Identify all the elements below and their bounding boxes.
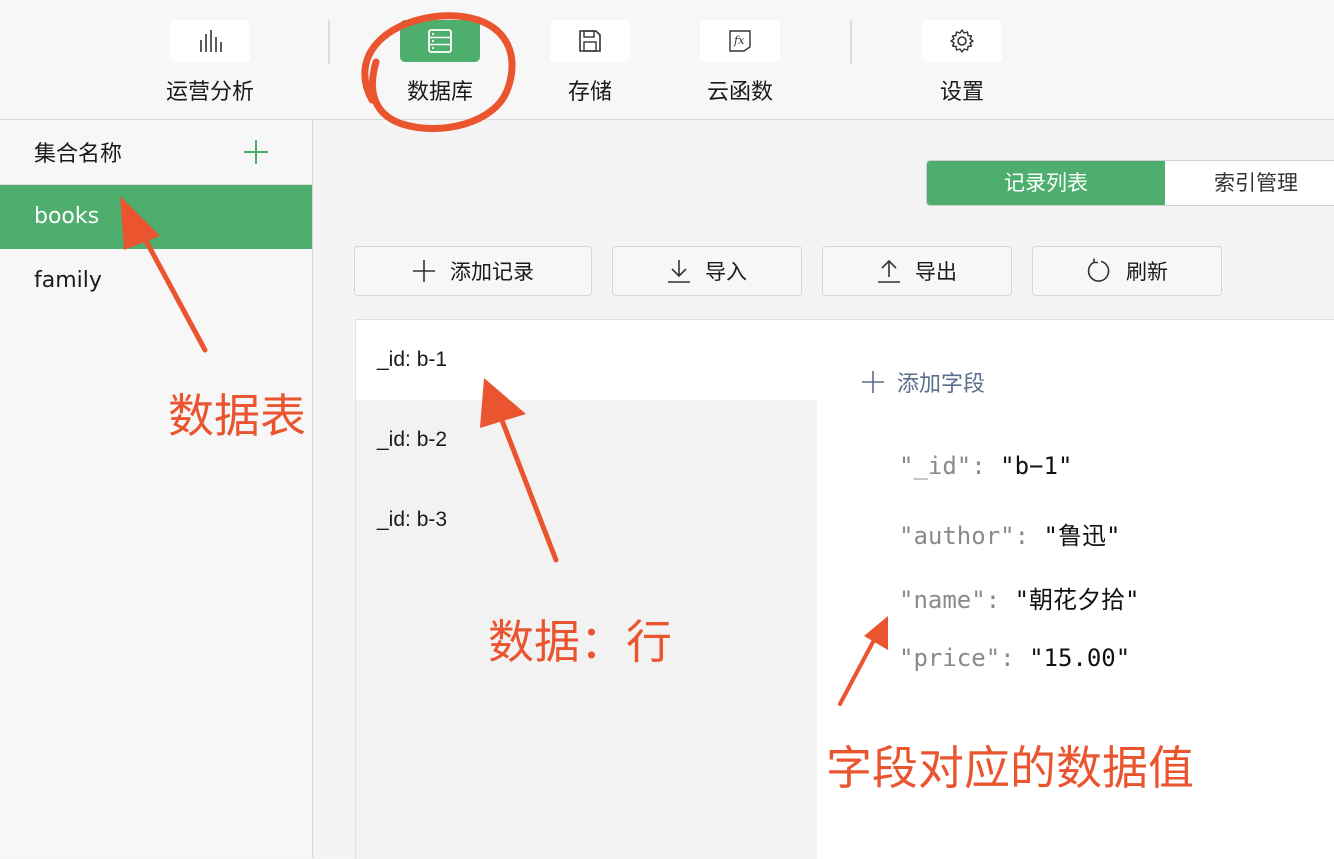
tool-storage-label: 存储 [567,80,612,105]
field-value: "b−1" [1000,452,1073,480]
upload-icon [878,259,900,283]
tool-cloud-function-box[interactable]: fx [700,20,780,62]
tool-database[interactable]: 数据库 [390,20,490,106]
toolbar-divider [850,20,852,64]
field-value: "15.00" [1029,644,1131,672]
top-toolbar: 运营分析 数据库 存储 fx 云函数 设置 [0,0,1334,120]
field-row[interactable]: "_id": "b−1" [899,452,1072,480]
tool-database-box[interactable] [400,20,480,62]
tool-analytics[interactable]: 运营分析 [160,20,260,106]
field-key: "author" [899,522,1015,550]
toolbar-divider [328,20,330,64]
import-label: 导入 [705,260,747,284]
tool-storage-box[interactable] [550,20,630,62]
field-value: "鲁迅" [1043,522,1121,550]
add-record-label: 添加记录 [450,260,534,284]
gear-icon [950,29,974,53]
field-value: "朝花夕拾" [1014,586,1140,614]
bar-chart-icon [200,30,222,52]
tool-analytics-box[interactable] [170,20,250,62]
plus-icon [244,140,268,164]
tool-cloud-function-label: 云函数 [706,80,773,105]
view-tabs: 记录列表 索引管理 [926,160,1334,206]
tool-settings-box[interactable] [922,20,1002,62]
download-icon [668,260,690,283]
field-key: "price" [899,644,1001,672]
database-icon [428,29,452,53]
svg-text:fx: fx [733,34,745,47]
tab-index-management[interactable]: 索引管理 [1165,161,1334,205]
annotation-field-value: 字段对应的数据值 [826,741,1194,795]
tool-storage[interactable]: 存储 [540,20,640,106]
add-record-button[interactable]: 添加记录 [354,246,592,296]
refresh-label: 刷新 [1126,260,1168,284]
annotation-table: 数据表 [168,389,306,443]
tool-settings-label: 设置 [939,80,984,105]
record-list: _id: b-1 _id: b-2 _id: b-3 [355,319,818,859]
save-disk-icon [579,30,601,52]
field-key: "_id" [899,452,972,480]
field-row[interactable]: "price": "15.00" [899,644,1130,672]
record-item[interactable]: _id: b-3 [356,480,817,560]
plus-icon [413,260,435,282]
export-button[interactable]: 导出 [822,246,1012,296]
collection-header-title: 集合名称 [34,142,123,167]
record-item[interactable]: _id: b-2 [356,400,817,480]
refresh-icon [1087,258,1110,282]
collection-item-books[interactable]: books [0,185,312,249]
field-row[interactable]: "name": "朝花夕拾" [899,580,1140,615]
field-key: "name" [899,586,986,614]
plus-icon [862,371,884,393]
collection-sidebar: 集合名称 books family [0,120,313,858]
tab-record-list[interactable]: 记录列表 [927,161,1165,205]
field-row[interactable]: "author": "鲁迅" [899,516,1120,551]
refresh-button[interactable]: 刷新 [1032,246,1222,296]
add-field-button[interactable]: 添加字段 [861,366,985,398]
annotation-row: 数据：行 [488,615,672,669]
tool-cloud-function[interactable]: fx 云函数 [690,20,790,106]
add-collection-button[interactable] [240,136,272,168]
function-fx-icon: fx [729,30,751,52]
tool-analytics-label: 运营分析 [165,80,254,105]
import-button[interactable]: 导入 [612,246,802,296]
tool-settings[interactable]: 设置 [912,20,1012,106]
tool-database-label: 数据库 [406,80,473,105]
export-label: 导出 [915,260,957,284]
collection-header: 集合名称 [0,120,312,185]
record-item[interactable]: _id: b-1 [356,320,817,400]
add-field-label: 添加字段 [897,372,986,397]
collection-item-family[interactable]: family [0,249,312,313]
